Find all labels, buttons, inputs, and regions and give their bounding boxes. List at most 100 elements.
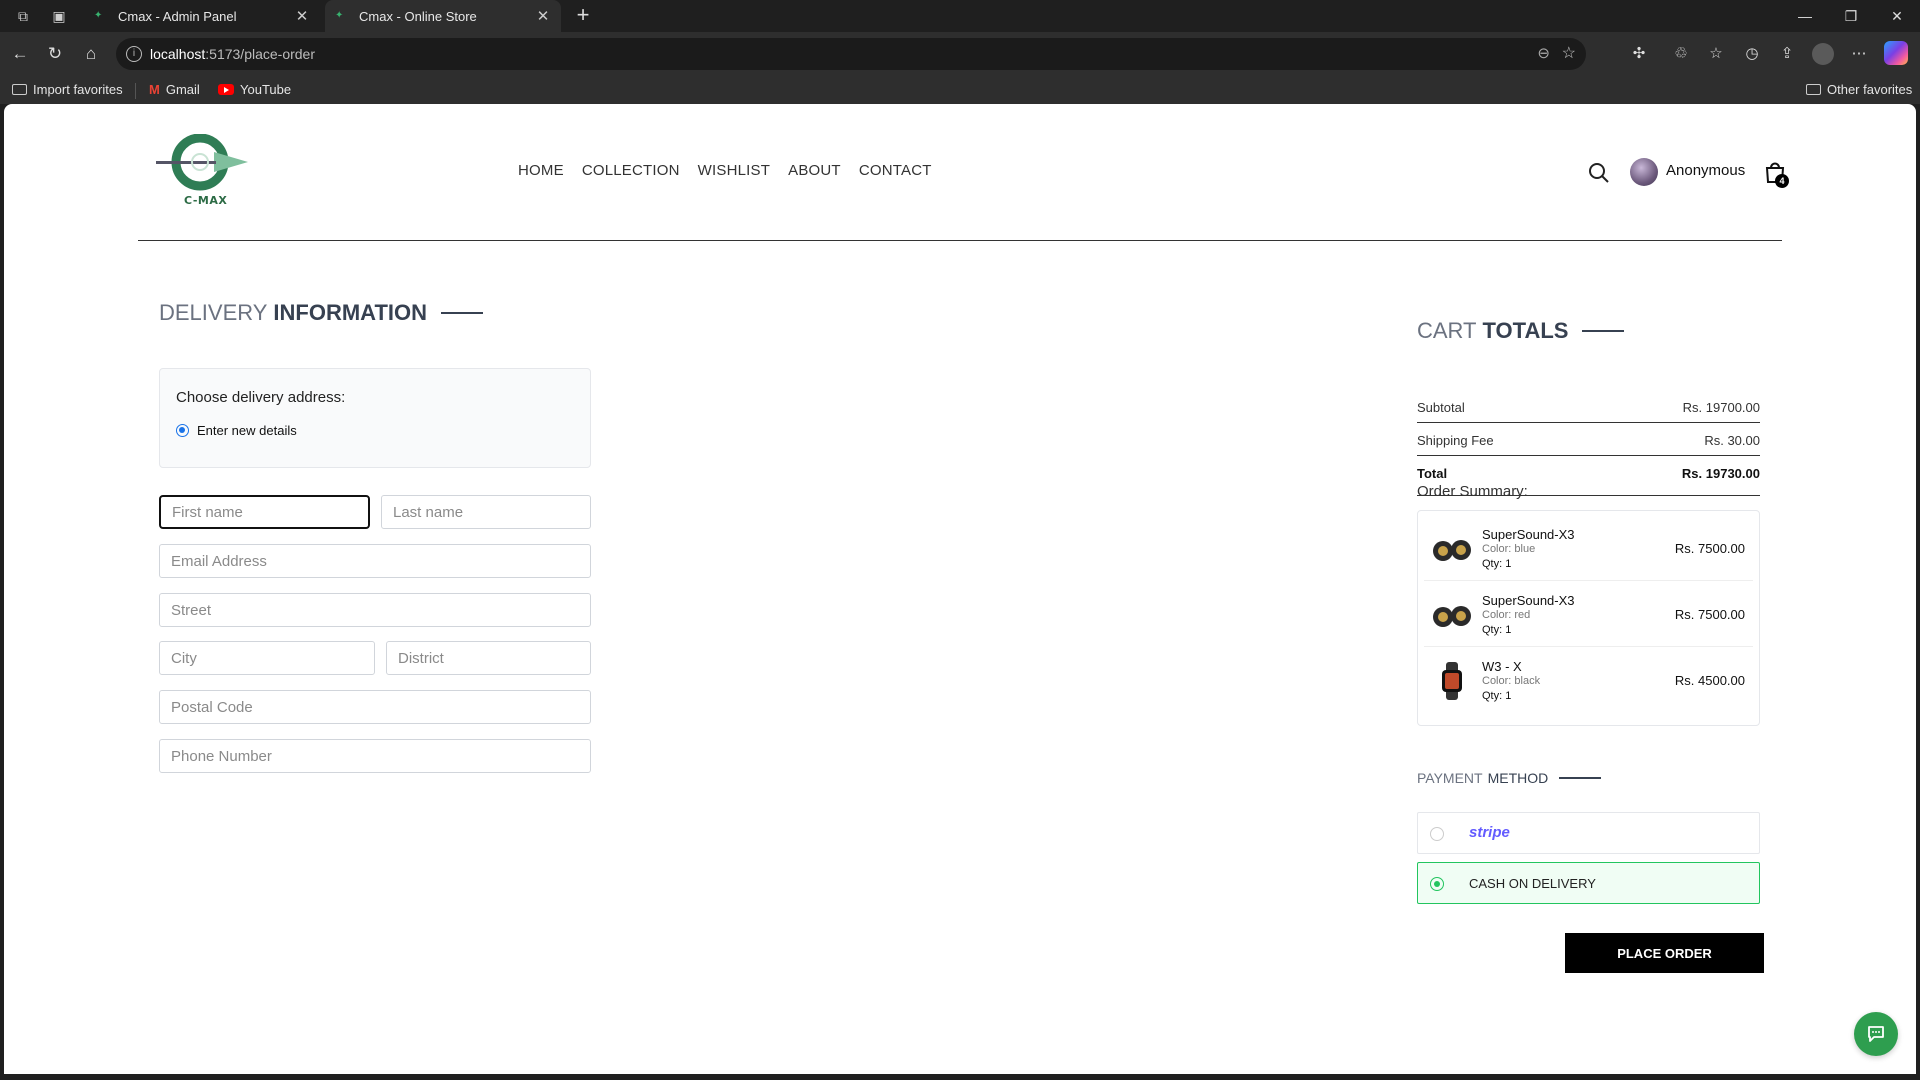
subtotal-value: Rs. 19700.00 (1682, 400, 1760, 415)
item-name: SuperSound-X3 (1482, 593, 1575, 608)
close-tab-icon[interactable]: ✕ (535, 7, 551, 25)
shipping-label: Shipping Fee (1417, 433, 1494, 448)
last-name-field[interactable] (381, 495, 591, 529)
import-icon (12, 84, 27, 95)
delivery-title: DELIVERY INFORMATION (159, 300, 483, 326)
close-window-button[interactable]: ✕ (1874, 0, 1920, 32)
new-tab-button[interactable]: + (571, 3, 595, 27)
home-icon[interactable]: ⌂ (80, 43, 102, 65)
fav-label: Other favorites (1827, 82, 1913, 97)
item-name: W3 - X (1482, 659, 1522, 674)
nav-about[interactable]: ABOUT (788, 162, 841, 179)
web-page: C-MAX HOME COLLECTION WISHLIST ABOUT CON… (4, 104, 1916, 1074)
payment-option-cod[interactable]: CASH ON DELIVERY (1417, 862, 1760, 904)
cmax-favicon-icon: ✦ (335, 10, 344, 21)
title-dash (441, 312, 483, 314)
item-qty: Qty: 1 (1482, 690, 1512, 702)
zoom-icon[interactable]: ⊖ (1537, 44, 1550, 62)
minimize-button[interactable]: — (1782, 0, 1828, 32)
tab-online-store[interactable]: ✦ Cmax - Online Store ✕ (325, 0, 561, 32)
email-field[interactable] (159, 544, 591, 578)
gmail-icon: M (149, 82, 160, 97)
total-value: Rs. 19730.00 (1681, 466, 1760, 481)
address-bar-row: ← ↻ ⌂ i localhost:5173/place-order ⊖ ☆ ✣… (0, 32, 1920, 76)
extensions-icon[interactable]: ✣ (1628, 43, 1650, 65)
fav-label: Gmail (165, 82, 200, 97)
tab-actions-icon[interactable]: ▣ (50, 7, 68, 25)
first-name-field[interactable] (159, 495, 370, 529)
speaker-icon (1433, 606, 1471, 627)
site-header: C-MAX HOME COLLECTION WISHLIST ABOUT CON… (4, 104, 1916, 242)
city-field[interactable] (159, 641, 375, 675)
import-favorites-link[interactable]: Import favorites (12, 82, 123, 97)
nav-collection[interactable]: COLLECTION (582, 162, 680, 179)
refresh-icon[interactable]: ↻ (44, 43, 66, 65)
browser-essentials-icon[interactable]: ♲ (1670, 43, 1692, 65)
favorites-icon[interactable]: ☆ (1705, 43, 1727, 65)
subtotal-row: Subtotal Rs. 19700.00 (1417, 390, 1760, 423)
phone-field[interactable] (159, 739, 591, 773)
list-item: W3 - X Color: black Qty: 1 Rs. 4500.00 (1424, 649, 1753, 713)
gmail-link[interactable]: M Gmail (149, 82, 200, 97)
title-light: PAYMENT (1417, 770, 1483, 786)
list-item: SuperSound-X3 Color: red Qty: 1 Rs. 7500… (1424, 583, 1753, 647)
new-details-label[interactable]: Enter new details (197, 423, 297, 438)
share-icon[interactable]: ⇪ (1776, 43, 1798, 65)
site-info-icon[interactable]: i (126, 46, 142, 62)
order-summary-label: Order Summary: (1417, 483, 1528, 500)
total-label: Total (1417, 466, 1448, 481)
stripe-radio[interactable] (1430, 827, 1444, 841)
username[interactable]: Anonymous (1666, 162, 1745, 179)
cart-count-badge: 4 (1775, 174, 1789, 188)
nav-home[interactable]: HOME (518, 162, 564, 179)
totals-table: Subtotal Rs. 19700.00 Shipping Fee Rs. 3… (1417, 390, 1760, 496)
workspaces-icon[interactable]: ⧉ (14, 7, 32, 25)
search-icon[interactable] (1588, 162, 1610, 184)
cod-radio[interactable] (1430, 877, 1444, 891)
browser-tab-bar: ⧉ ▣ ✦ Cmax - Admin Panel ✕ ✦ Cmax - Onli… (0, 0, 1920, 32)
nav-wishlist[interactable]: WISHLIST (698, 162, 770, 179)
title-bold: INFORMATION (273, 300, 427, 325)
url-field[interactable]: i localhost:5173/place-order ⊖ ☆ (116, 38, 1586, 70)
folder-icon (1806, 84, 1821, 95)
place-order-button[interactable]: PLACE ORDER (1565, 933, 1764, 973)
item-color: Color: black (1482, 675, 1541, 687)
title-light: CART (1417, 318, 1477, 343)
chat-button[interactable] (1854, 1012, 1898, 1056)
item-qty: Qty: 1 (1482, 624, 1512, 636)
postal-code-field[interactable] (159, 690, 591, 724)
cart-totals-title: CART TOTALS (1417, 318, 1625, 344)
cod-label: CASH ON DELIVERY (1469, 876, 1596, 891)
profile-icon[interactable] (1812, 43, 1834, 65)
title-light: DELIVERY (159, 300, 268, 325)
address-chooser: Choose delivery address: Enter new detai… (159, 368, 591, 468)
nav-contact[interactable]: CONTACT (859, 162, 932, 179)
title-bold: METHOD (1487, 770, 1549, 786)
main-nav: HOME COLLECTION WISHLIST ABOUT CONTACT (518, 162, 932, 179)
fav-label: YouTube (240, 82, 292, 97)
youtube-link[interactable]: YouTube (218, 82, 291, 97)
title-dash (1559, 777, 1602, 779)
favorites-bar: Import favorites M Gmail YouTube Other f… (0, 76, 1920, 104)
item-color: Color: blue (1482, 543, 1536, 555)
divider (135, 83, 136, 99)
restore-button[interactable]: ❐ (1828, 0, 1874, 32)
street-field[interactable] (159, 593, 591, 627)
district-field[interactable] (386, 641, 591, 675)
item-price: Rs. 4500.00 (1674, 673, 1745, 688)
new-details-radio[interactable] (176, 424, 189, 437)
favorite-star-icon[interactable]: ☆ (1562, 43, 1576, 63)
shipping-row: Shipping Fee Rs. 30.00 (1417, 423, 1760, 456)
logo-text: C-MAX (184, 194, 228, 207)
back-icon[interactable]: ← (9, 43, 31, 65)
avatar[interactable] (1630, 158, 1658, 186)
title-dash (1582, 330, 1625, 332)
payment-option-stripe[interactable]: stripe (1417, 812, 1760, 854)
more-menu-icon[interactable]: ⋯ (1848, 43, 1870, 65)
subtotal-label: Subtotal (1417, 400, 1465, 415)
copilot-icon[interactable] (1884, 41, 1908, 65)
tab-admin-panel[interactable]: ✦ Cmax - Admin Panel ✕ (84, 0, 320, 32)
other-favorites-link[interactable]: Other favorites (1806, 82, 1912, 97)
close-tab-icon[interactable]: ✕ (294, 7, 310, 25)
history-icon[interactable]: ◷ (1741, 43, 1763, 65)
